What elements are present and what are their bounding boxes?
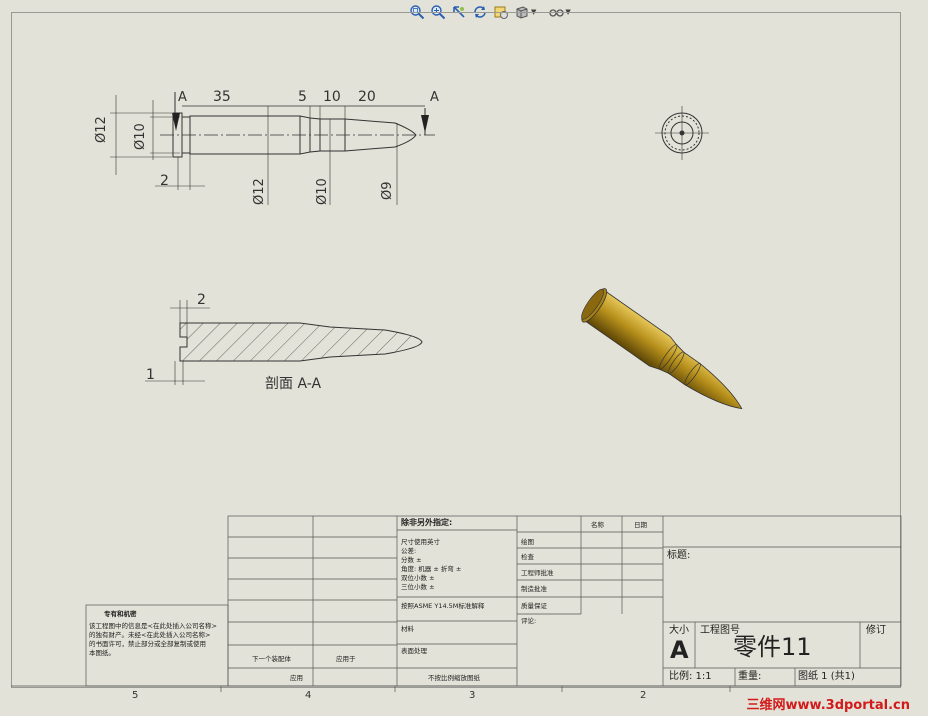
tb-eng-appr: 工程师批准 — [521, 569, 554, 577]
site-watermark: 三维网www.3dportal.cn — [747, 694, 911, 713]
section-label-right: A — [430, 90, 439, 105]
watermark-part1: 三维网 — [746, 698, 786, 713]
tb-proprietary-line4: 本图纸。 — [89, 649, 115, 657]
tb-application: 应用 — [290, 674, 303, 682]
tb-material: 材料 — [401, 625, 414, 633]
end-view — [655, 106, 709, 160]
tb-two-places: 双位小数 ± — [401, 574, 435, 582]
zone-marker-4: 4 — [305, 690, 312, 701]
tb-dwg-no-value: 零件11 — [733, 633, 812, 661]
tb-proprietary-line2: 的独有财产。未经<在此处插入公司名称> — [89, 631, 211, 639]
tb-col-name: 名称 — [591, 521, 604, 529]
dim-dia10-left: Ø10 — [133, 123, 148, 150]
isometric-bullet — [581, 288, 743, 410]
tb-rev-label: 修订 — [866, 625, 886, 636]
tb-proprietary-line3: 的书面许可，禁止部分或全部复制或使用 — [89, 640, 206, 648]
dim-10: 10 — [323, 89, 341, 105]
tb-proprietary-line1: 该工程图中的信息是<在此处插入公司名称> — [89, 622, 217, 630]
tb-comments: 评论: — [521, 617, 537, 625]
tb-unless-noted: 除非另外指定: — [401, 518, 453, 527]
tb-fraction: 分数 ± — [401, 556, 422, 564]
tb-size-value: A — [670, 636, 689, 664]
dim-dia9-bottom: Ø9 — [380, 181, 395, 200]
tb-qa: 质量保证 — [521, 602, 547, 610]
tb-col-date: 日期 — [634, 521, 647, 529]
tb-title-label: 标题: — [667, 550, 691, 561]
zone-marker-3: 3 — [469, 690, 476, 701]
zone-marker-5: 5 — [132, 690, 139, 701]
section-label-left: A — [178, 90, 187, 105]
tb-proprietary-title: 专有和机密 — [104, 610, 137, 618]
tb-sheet: 图纸 1 (共1) — [798, 671, 855, 682]
tb-checked: 检查 — [521, 553, 534, 561]
tb-next-assy: 下一个装配体 — [252, 655, 291, 663]
tb-used-on: 应用于 — [336, 655, 356, 663]
section-dim-2: 2 — [197, 292, 206, 308]
tb-scale: 比例: 1:1 — [669, 671, 712, 682]
dim-dia10-bottom: Ø10 — [315, 178, 330, 205]
dim-dia12-bottom: Ø12 — [252, 178, 267, 205]
tb-finish: 表面处理 — [401, 647, 427, 655]
tb-weight: 重量: — [738, 671, 762, 682]
section-view-label: 剖面 A-A — [265, 376, 322, 392]
dim-2: 2 — [160, 173, 169, 189]
dim-5: 5 — [298, 89, 307, 105]
tb-interpret: 按照ASME Y14.5M标准解释 — [401, 602, 485, 610]
tb-drawn: 绘图 — [521, 538, 534, 546]
zone-marker-2: 2 — [640, 690, 647, 701]
section-dim-1: 1 — [146, 367, 155, 383]
tb-mfg-appr: 制造批准 — [521, 585, 547, 593]
dim-35: 35 — [213, 89, 231, 105]
tb-angle: 角度: 机器 ± 折弯 ± — [401, 565, 462, 573]
dim-dia12-left: Ø12 — [94, 116, 109, 143]
tb-tolerance: 公差: — [401, 547, 417, 555]
tb-do-not-scale: 不按比例缩放图纸 — [428, 674, 480, 682]
dim-20: 20 — [358, 89, 376, 105]
watermark-part2: www.3dportal.cn — [785, 698, 910, 713]
tb-three-places: 三位小数 ± — [401, 583, 435, 591]
tb-dims-in: 尺寸使用英寸 — [401, 538, 440, 546]
